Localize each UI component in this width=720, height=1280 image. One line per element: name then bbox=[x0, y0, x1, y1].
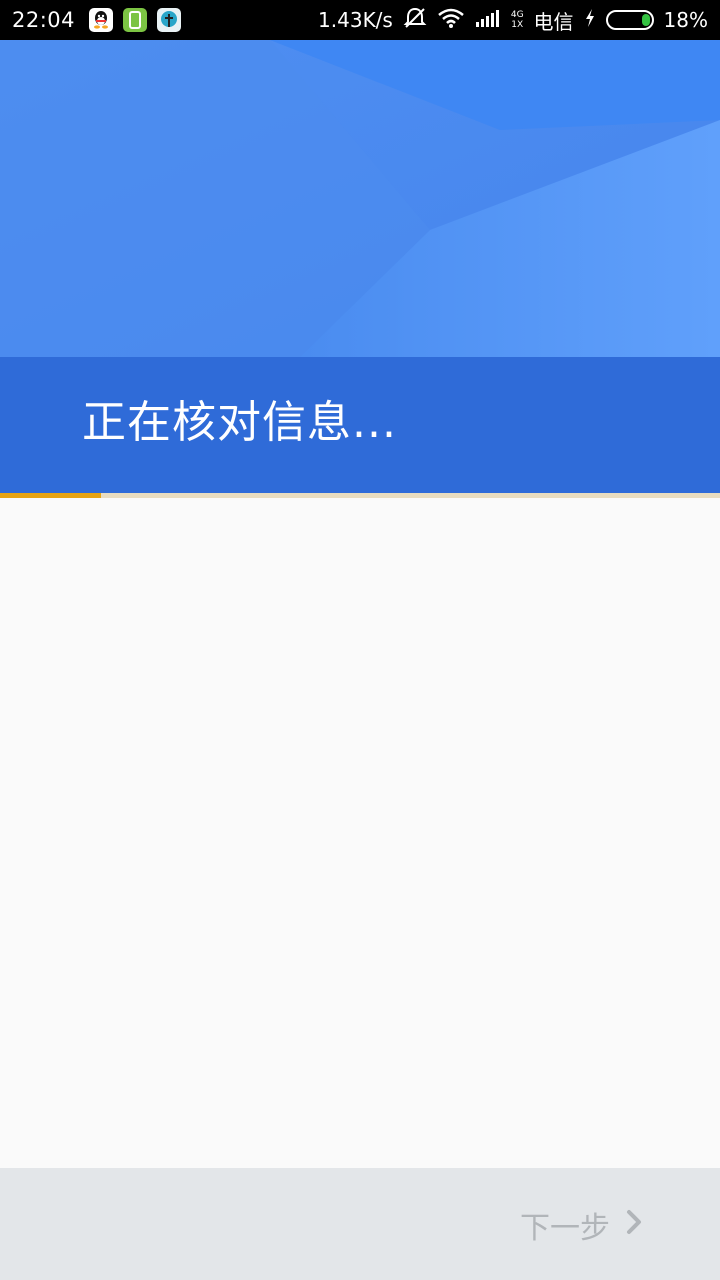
status-right: 1.43K/s 4G 1X 电信 18% bbox=[318, 6, 708, 35]
battery-percent: 18% bbox=[663, 8, 708, 32]
header-banner bbox=[0, 40, 720, 357]
phone-icon bbox=[123, 8, 148, 32]
network-speed: 1.43K/s bbox=[318, 8, 393, 32]
network-type: 4G 1X bbox=[511, 10, 524, 30]
next-button-label: 下一步 bbox=[520, 1211, 610, 1246]
signal-icon bbox=[475, 8, 501, 33]
status-bar: 22:04 1.43K/s 4G 1X 电信 18% bbox=[0, 0, 720, 40]
battery-icon bbox=[605, 10, 654, 30]
status-time: 22:04 bbox=[12, 8, 76, 32]
page-title: 正在核对信息... bbox=[82, 397, 397, 448]
carrier-name: 电信 bbox=[533, 9, 574, 34]
next-button[interactable]: 下一步 bbox=[520, 1202, 642, 1248]
wifi-icon bbox=[437, 7, 465, 34]
qq-icon bbox=[89, 8, 114, 32]
tree-icon bbox=[157, 8, 182, 32]
mute-icon bbox=[403, 7, 427, 34]
network-type-top: 4G bbox=[510, 10, 524, 20]
banner-background bbox=[0, 40, 720, 357]
charging-icon bbox=[584, 8, 596, 33]
status-left: 22:04 bbox=[12, 8, 182, 32]
battery-fill bbox=[642, 14, 650, 26]
chevron-right-icon bbox=[626, 1208, 642, 1243]
network-type-bottom: 1X bbox=[511, 20, 524, 30]
content-area bbox=[0, 498, 720, 1168]
